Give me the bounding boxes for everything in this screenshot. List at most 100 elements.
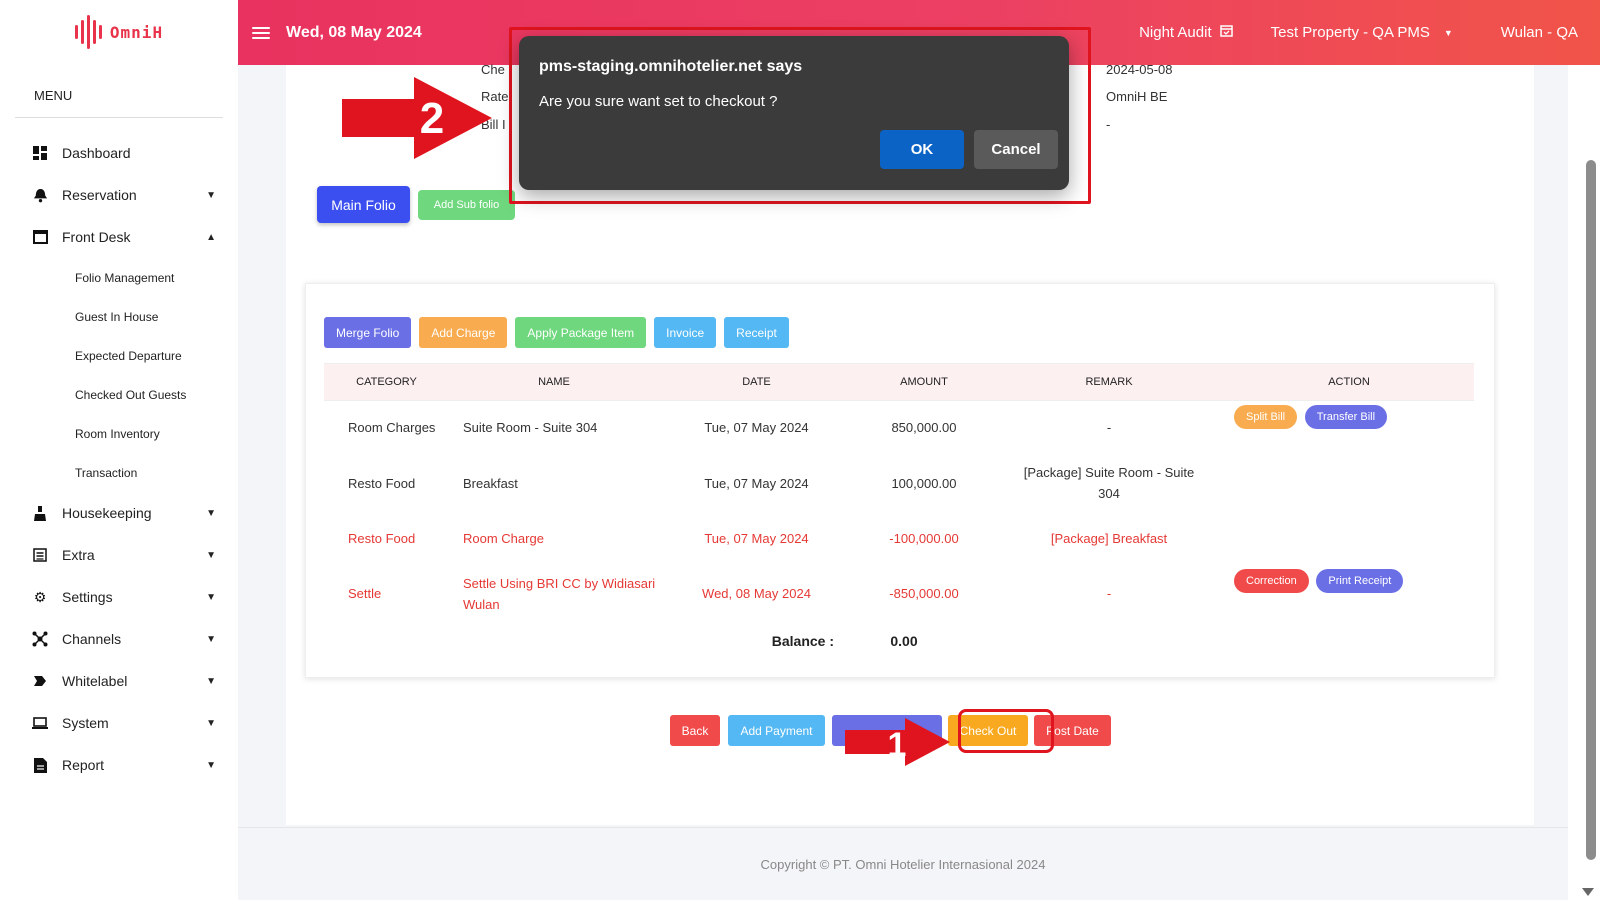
tag-icon xyxy=(32,673,48,689)
brand-logo[interactable]: OmniH xyxy=(0,0,238,64)
report-icon xyxy=(32,757,48,773)
table-header-row: CATEGORY NAME DATE AMOUNT REMARK ACTION xyxy=(324,363,1474,401)
user-menu[interactable]: Wulan - QA xyxy=(1501,24,1578,41)
dialog-cancel-button[interactable]: Cancel xyxy=(974,130,1058,169)
sidebar-subitem-expected-departure[interactable]: Expected Departure xyxy=(0,336,238,375)
checkout-confirm-dialog: pms-staging.omnihotelier.net says Are yo… xyxy=(519,36,1069,190)
sidebar-item-front-desk[interactable]: Front Desk ▲ xyxy=(0,216,238,258)
add-charge-button[interactable]: Add Charge xyxy=(419,317,508,348)
cell-remark: [Package] Suite Room - Suite 304 xyxy=(1023,465,1195,501)
chevron-down-icon: ▼ xyxy=(206,507,216,519)
night-audit-button[interactable]: Night Audit xyxy=(1139,24,1233,41)
add-payment-button[interactable]: Add Payment xyxy=(728,715,825,746)
sidebar-subitem-guest-in-house[interactable]: Guest In House xyxy=(0,297,238,336)
sidebar-item-label: Extra xyxy=(62,547,95,563)
info-label-checkout: Che xyxy=(481,62,505,77)
dashboard-icon xyxy=(32,145,48,161)
balance-label: Balance : xyxy=(771,632,834,649)
correction-button[interactable]: Correction xyxy=(1234,568,1309,593)
cell-name: Settle Using BRI CC by Widiasari Wulan xyxy=(463,575,656,612)
column-header-name: NAME xyxy=(449,363,659,401)
cell-remark: - xyxy=(1106,420,1112,436)
split-bill-button[interactable]: Split Bill xyxy=(1234,405,1298,429)
table-row: Settle Settle Using BRI CC by Widiasari … xyxy=(324,565,1474,623)
checkout-highlight-box xyxy=(958,709,1054,753)
column-header-remark: REMARK xyxy=(994,363,1224,401)
vertical-scrollbar[interactable] xyxy=(1568,65,1600,900)
logo-mark-icon xyxy=(74,15,102,49)
sidebar-subitem-transaction[interactable]: Transaction xyxy=(0,453,238,492)
cell-name: Room Charge xyxy=(463,530,544,546)
cell-remark: [Package] Breakfast xyxy=(1050,530,1168,546)
cleaning-icon xyxy=(32,505,48,521)
sidebar-subitem-room-inventory[interactable]: Room Inventory xyxy=(0,414,238,453)
sidebar-item-extra[interactable]: Extra ▼ xyxy=(0,534,238,576)
sidebar-item-settings[interactable]: ⚙ Settings ▼ xyxy=(0,576,238,618)
list-icon xyxy=(32,547,48,563)
sidebar-item-label: Whitelabel xyxy=(62,673,128,689)
network-icon xyxy=(32,631,48,647)
sidebar-item-housekeeping[interactable]: Housekeeping ▼ xyxy=(0,492,238,534)
sidebar-item-label: Settings xyxy=(62,589,113,605)
caret-down-icon: ▼ xyxy=(1443,27,1453,38)
info-value-date: 2024-05-08 xyxy=(1106,62,1173,77)
laptop-icon xyxy=(32,715,48,731)
chevron-down-icon: ▼ xyxy=(206,717,216,729)
sidebar-item-label: Channels xyxy=(62,631,122,647)
cell-name: Suite Room - Suite 304 xyxy=(463,420,598,436)
print-receipt-button[interactable]: Print Receipt xyxy=(1316,568,1404,593)
cell-amount: 850,000.00 xyxy=(891,420,957,436)
cell-date: Tue, 07 May 2024 xyxy=(704,530,809,546)
hamburger-menu-icon[interactable] xyxy=(252,26,270,39)
scroll-down-arrow-icon[interactable] xyxy=(1582,888,1594,896)
balance-value: 0.00 xyxy=(890,632,918,649)
dialog-ok-button[interactable]: OK xyxy=(880,130,964,169)
folio-transactions-table: CATEGORY NAME DATE AMOUNT REMARK ACTION … xyxy=(324,363,1474,659)
sidebar-subitem-folio-management[interactable]: Folio Management xyxy=(0,258,238,297)
column-header-date: DATE xyxy=(659,363,854,401)
property-selector[interactable]: Test Property - QA PMS ▼ xyxy=(1271,24,1453,41)
sidebar-item-reservation[interactable]: Reservation ▼ xyxy=(0,174,238,216)
bell-icon xyxy=(32,187,48,203)
brand-name: OmniH xyxy=(109,22,164,42)
dialog-message: Are you sure want set to checkout ? xyxy=(539,93,778,110)
merge-folio-button[interactable]: Merge Folio xyxy=(324,317,412,348)
chevron-down-icon: ▼ xyxy=(206,633,216,645)
sidebar-item-system[interactable]: System ▼ xyxy=(0,702,238,744)
cell-name: Breakfast xyxy=(463,475,518,491)
transfer-bill-button[interactable]: Transfer Bill xyxy=(1304,405,1388,429)
cell-remark: - xyxy=(1106,586,1112,601)
calendar-check-icon xyxy=(1219,24,1233,41)
sidebar-item-whitelabel[interactable]: Whitelabel ▼ xyxy=(0,660,238,702)
page-footer: Copyright © PT. Omni Hotelier Internasio… xyxy=(238,827,1568,900)
receipt-button[interactable]: Receipt xyxy=(724,317,789,348)
cell-date: Tue, 07 May 2024 xyxy=(704,475,809,491)
column-header-amount: AMOUNT xyxy=(854,363,994,401)
cell-category: Resto Food xyxy=(348,475,416,491)
sidebar-item-dashboard[interactable]: Dashboard xyxy=(0,132,238,174)
column-header-action: ACTION xyxy=(1224,363,1474,401)
sidebar-item-label: Reservation xyxy=(62,187,137,203)
add-sub-folio-button[interactable]: Add Sub folio xyxy=(418,190,515,220)
step-2-label: 2 xyxy=(420,94,444,143)
cell-date: Tue, 07 May 2024 xyxy=(704,420,809,436)
cell-category: Resto Food xyxy=(348,530,416,546)
step-1-label: 1 xyxy=(888,726,907,764)
menu-title: MENU xyxy=(15,64,223,118)
sidebar-item-channels[interactable]: Channels ▼ xyxy=(0,618,238,660)
scrollbar-thumb[interactable] xyxy=(1586,160,1596,860)
night-audit-label: Night Audit xyxy=(1139,24,1212,41)
back-button[interactable]: Back xyxy=(670,715,720,746)
sidebar-subitem-checked-out-guests[interactable]: Checked Out Guests xyxy=(0,375,238,414)
invoice-button[interactable]: Invoice xyxy=(654,317,717,348)
sidebar-item-report[interactable]: Report ▼ xyxy=(0,744,238,786)
main-folio-tab[interactable]: Main Folio xyxy=(317,186,410,223)
chevron-down-icon: ▼ xyxy=(206,189,216,201)
chevron-up-icon: ▲ xyxy=(206,231,216,243)
step-2-arrow-icon: 2 xyxy=(342,77,492,159)
folio-detail-card: Merge Folio Add Charge Apply Package Ite… xyxy=(305,283,1495,678)
cell-action: Split Bill Transfer Bill xyxy=(1224,401,1474,455)
apply-package-item-button[interactable]: Apply Package Item xyxy=(515,317,647,348)
info-value-rate: OmniH BE xyxy=(1106,89,1168,104)
chevron-down-icon: ▼ xyxy=(206,759,216,771)
